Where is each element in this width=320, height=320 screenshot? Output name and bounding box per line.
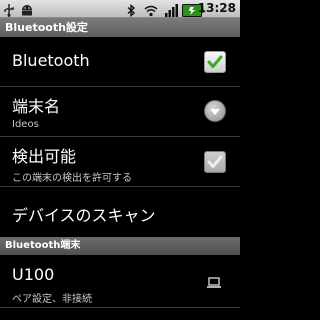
bluetooth-toggle-row[interactable]: Bluetooth <box>0 37 240 87</box>
chevron-down-icon[interactable] <box>204 100 226 122</box>
discoverable-summary: この端末の検出を許可する <box>12 173 132 184</box>
discoverable-label: 検出可能 <box>12 147 77 166</box>
device-item-status: ペア設定、非接続 <box>12 294 92 305</box>
device-name-row[interactable]: 端末名 Ideos <box>0 87 240 137</box>
check-icon <box>207 55 223 68</box>
bluetooth-checkbox[interactable] <box>204 51 226 73</box>
bluetooth-label: Bluetooth <box>12 51 90 70</box>
status-bar: 13:28 <box>0 0 240 18</box>
scan-devices-label: デバイスのスキャン <box>12 206 156 225</box>
check-icon <box>207 155 223 168</box>
laptop-icon <box>206 274 222 293</box>
device-name-label: 端末名 <box>12 97 61 116</box>
device-list-item[interactable]: U100 ペア設定、非接続 <box>0 255 240 308</box>
scan-devices-row[interactable]: デバイスのスキャン <box>0 187 240 237</box>
android-debug-icon <box>20 2 34 16</box>
device-item-name: U100 <box>12 265 55 284</box>
signal-icon <box>164 2 178 17</box>
usb-icon <box>3 2 15 17</box>
device-name-value: Ideos <box>12 119 39 130</box>
bluetooth-icon <box>126 2 136 17</box>
wifi-icon <box>144 2 158 17</box>
discoverable-checkbox[interactable] <box>204 151 226 173</box>
page-title: Bluetooth設定 <box>0 18 240 37</box>
status-time: 13:28 <box>197 1 236 15</box>
discoverable-row[interactable]: 検出可能 この端末の検出を許可する <box>0 137 240 187</box>
devices-section-header: Bluetooth端末 <box>0 237 240 255</box>
